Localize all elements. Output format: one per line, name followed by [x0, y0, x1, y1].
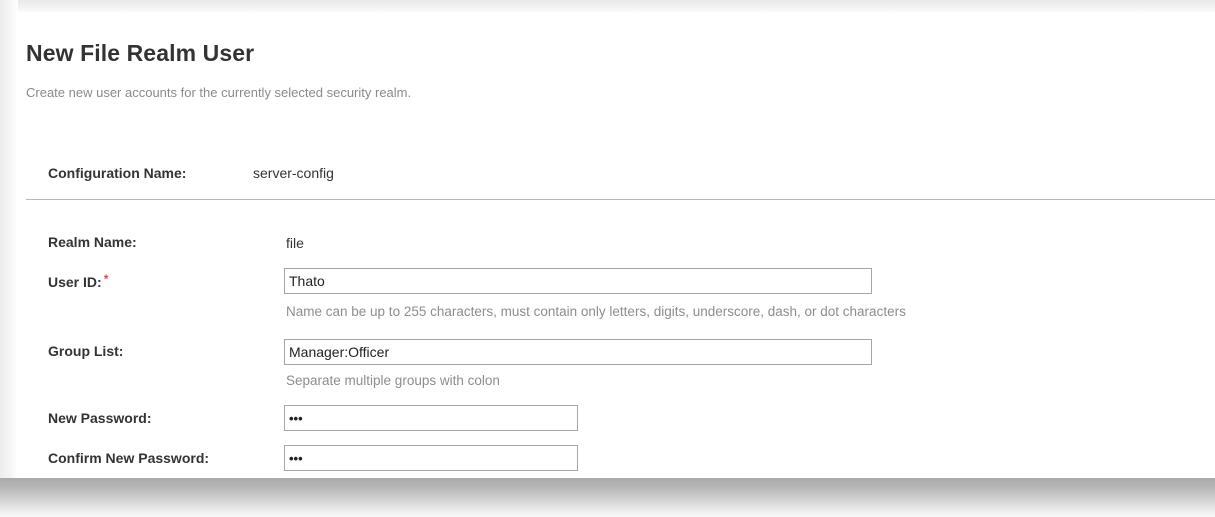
group-list-help-text: Separate multiple groups with colon: [286, 373, 500, 388]
new-password-input[interactable]: [284, 405, 578, 431]
group-list-input[interactable]: [284, 339, 872, 365]
screenshot-stage: New File Realm User Create new user acco…: [0, 0, 1215, 517]
page-title: New File Realm User: [26, 40, 255, 66]
required-marker: *: [103, 272, 109, 286]
user-id-label-text: User ID:: [48, 274, 102, 290]
user-id-input[interactable]: [284, 268, 872, 294]
user-id-label: User ID: *: [48, 272, 108, 290]
configuration-name-label: Configuration Name:: [48, 165, 187, 181]
confirm-password-input[interactable]: [284, 445, 578, 471]
configuration-name-value: server-config: [253, 165, 334, 181]
new-password-label: New Password:: [48, 410, 152, 426]
bottom-shadow: [0, 478, 1215, 517]
group-list-label: Group List:: [48, 343, 124, 359]
content-panel: [16, 12, 1215, 484]
user-id-help-text: Name can be up to 255 characters, must c…: [286, 304, 906, 319]
realm-name-value: file: [286, 235, 304, 251]
section-divider: [26, 199, 1215, 200]
realm-name-label: Realm Name:: [48, 234, 137, 250]
confirm-password-label: Confirm New Password:: [48, 450, 210, 466]
page-description: Create new user accounts for the current…: [26, 85, 412, 100]
